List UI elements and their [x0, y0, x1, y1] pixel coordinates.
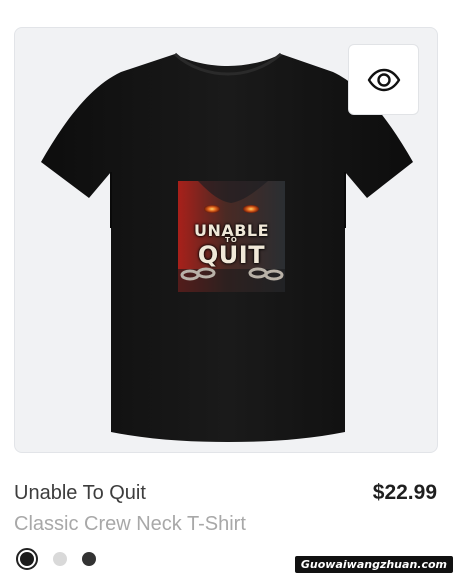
quick-view-button[interactable] [348, 44, 419, 115]
watermark: Guowaiwangzhuan.com [294, 556, 453, 573]
swatch-light-gray[interactable] [49, 548, 71, 570]
product-price: $22.99 [372, 481, 437, 504]
swatch-dark-gray-dot [82, 552, 96, 566]
swatch-light-gray-dot [53, 552, 67, 566]
product-type: Classic Crew Neck T-Shirt [14, 513, 246, 535]
shirt-graphic: UNABLE TO QUIT [178, 181, 285, 292]
swatch-dark-gray[interactable] [78, 548, 100, 570]
eye-icon [367, 68, 400, 91]
swatch-black[interactable] [16, 548, 38, 570]
graphic-title-line3: QUIT [197, 241, 266, 269]
swatch-black-dot [20, 552, 34, 566]
product-name[interactable]: Unable To Quit [14, 482, 146, 505]
